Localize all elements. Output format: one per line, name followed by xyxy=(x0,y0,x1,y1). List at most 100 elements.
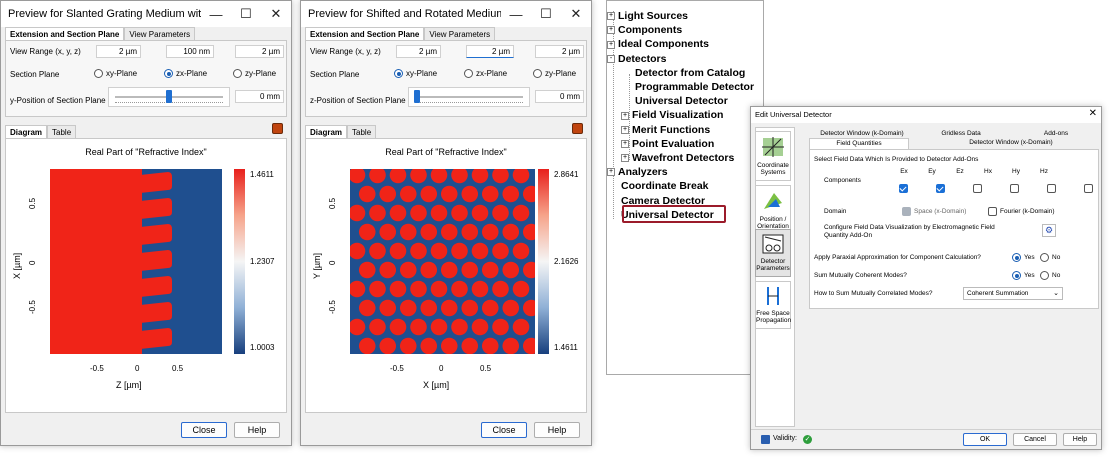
radio-circle xyxy=(94,69,103,78)
sum-coherent-yes[interactable]: Yes xyxy=(1012,271,1035,280)
tree-item[interactable]: - Detectors xyxy=(607,53,666,65)
component-checkbox[interactable] xyxy=(936,184,945,193)
close-icon[interactable]: ✕ xyxy=(561,6,591,22)
tree-item[interactable]: + Components xyxy=(607,24,682,36)
tree-item[interactable]: + Wavefront Detectors xyxy=(621,152,734,164)
lattice-dot xyxy=(358,261,376,279)
tree-item[interactable]: Detector from Catalog xyxy=(621,67,745,79)
position-input[interactable]: 0 mm xyxy=(235,90,284,103)
view-range-z[interactable]: 2 µm xyxy=(235,45,284,58)
domain-fourier-checkbox[interactable]: Fourier (k-Domain) xyxy=(988,207,1055,216)
expand-icon[interactable]: + xyxy=(607,12,615,21)
tree-item[interactable]: Coordinate Break xyxy=(607,180,709,192)
tab-field-quantities[interactable]: Field Quantities xyxy=(809,138,909,149)
side-detector-parameters[interactable]: Detector Parameters xyxy=(755,229,791,277)
expand-icon[interactable]: + xyxy=(621,154,629,163)
lattice-dot xyxy=(502,299,520,317)
domain-space-checkbox[interactable]: Space (x-Domain) xyxy=(902,207,966,216)
gear-icon[interactable]: ⚙ xyxy=(1042,224,1056,237)
palette-icon[interactable] xyxy=(272,123,283,134)
tab-extension[interactable]: Extension and Section Plane xyxy=(5,27,125,41)
component-checkbox[interactable] xyxy=(1010,184,1019,193)
tab-add-ons[interactable]: Add-ons xyxy=(1031,130,1081,137)
radio-xy-plane[interactable]: xy-Plane xyxy=(394,69,437,78)
view-range-z[interactable]: 2 µm xyxy=(535,45,584,58)
maximize-icon[interactable]: ☐ xyxy=(231,6,261,22)
paraxial-no[interactable]: No xyxy=(1040,253,1060,262)
radio-zx-plane[interactable]: zx-Plane xyxy=(164,69,207,78)
tree-item[interactable]: Programmable Detector xyxy=(621,81,754,93)
radio-xy-plane[interactable]: xy-Plane xyxy=(94,69,137,78)
lattice-dot xyxy=(369,280,386,298)
slider-thumb[interactable] xyxy=(414,90,420,103)
view-range-x[interactable]: 2 µm xyxy=(396,45,441,58)
tab-detector-window-x[interactable]: Detector Window (x-Domain) xyxy=(951,139,1071,146)
tab-view-parameters[interactable]: View Parameters xyxy=(124,27,196,41)
side-free-space-propagation[interactable]: Free Space Propagation xyxy=(755,281,791,329)
component-checkbox[interactable] xyxy=(1084,184,1093,193)
radio-zy-plane[interactable]: zy-Plane xyxy=(233,69,276,78)
component-checkbox[interactable] xyxy=(1047,184,1056,193)
radio-zx-plane[interactable]: zx-Plane xyxy=(464,69,507,78)
tab-table[interactable]: Table xyxy=(47,125,77,139)
collapse-icon[interactable]: - xyxy=(607,54,615,63)
lattice-dot xyxy=(410,204,427,222)
expand-icon[interactable]: + xyxy=(607,168,615,177)
maximize-icon[interactable]: ☐ xyxy=(531,6,561,22)
view-range-y[interactable]: 100 nm xyxy=(166,45,214,58)
side-position-orientation[interactable]: Position / Orientation xyxy=(755,185,791,235)
tab-extension[interactable]: Extension and Section Plane xyxy=(305,27,425,41)
expand-icon[interactable]: + xyxy=(607,26,615,35)
lattice-dot xyxy=(410,280,427,298)
position-slider[interactable] xyxy=(108,87,230,107)
sum-coherent-no[interactable]: No xyxy=(1040,271,1060,280)
ok-button[interactable]: OK xyxy=(963,433,1007,446)
tree-item[interactable]: + Merit Functions xyxy=(621,124,710,136)
close-icon[interactable]: ✕ xyxy=(261,6,291,22)
slider-thumb[interactable] xyxy=(166,90,172,103)
palette-icon[interactable] xyxy=(572,123,583,134)
paraxial-yes[interactable]: Yes xyxy=(1012,253,1035,262)
y-tick: -0.5 xyxy=(28,300,37,314)
help-button[interactable]: Help xyxy=(234,422,280,438)
tab-detector-window-k[interactable]: Detector Window (k-Domain) xyxy=(812,130,912,137)
expand-icon[interactable]: + xyxy=(621,125,629,134)
tree-item[interactable]: + Light Sources xyxy=(607,10,688,22)
tab-view-parameters[interactable]: View Parameters xyxy=(424,27,496,41)
close-icon[interactable]: ✕ xyxy=(1089,108,1097,119)
tree-item[interactable]: + Point Evaluation xyxy=(621,138,714,150)
component-checkbox[interactable] xyxy=(973,184,982,193)
tab-diagram[interactable]: Diagram xyxy=(305,125,348,139)
minimize-icon[interactable]: — xyxy=(501,7,531,22)
lattice-dot xyxy=(481,185,499,203)
tree-item[interactable]: Universal Detector xyxy=(621,95,728,107)
save-icon[interactable] xyxy=(761,435,770,444)
position-slider[interactable] xyxy=(408,87,530,107)
close-button[interactable]: Close xyxy=(181,422,227,438)
tab-diagram[interactable]: Diagram xyxy=(5,125,48,139)
tab-table[interactable]: Table xyxy=(347,125,377,139)
side-coordinate-systems[interactable]: Coordinate Systems xyxy=(755,131,791,181)
component-header: Ez xyxy=(956,168,964,175)
position-input[interactable]: 0 mm xyxy=(535,90,584,103)
tree-item[interactable]: + Analyzers xyxy=(607,166,668,178)
view-range-x[interactable]: 2 µm xyxy=(96,45,141,58)
cancel-button[interactable]: Cancel xyxy=(1013,433,1057,446)
radio-zy-plane[interactable]: zy-Plane xyxy=(533,69,576,78)
tab-gridless-data[interactable]: Gridless Data xyxy=(931,130,991,137)
minimize-icon[interactable]: — xyxy=(201,7,231,22)
y-tick: -0.5 xyxy=(328,300,337,314)
help-button[interactable]: Help xyxy=(534,422,580,438)
expand-icon[interactable]: + xyxy=(621,111,629,120)
x-tick: 0.5 xyxy=(172,364,184,373)
tree-item[interactable]: + Ideal Components xyxy=(607,38,709,50)
expand-icon[interactable]: + xyxy=(621,140,629,149)
expand-icon[interactable]: + xyxy=(607,40,615,49)
help-button[interactable]: Help xyxy=(1063,433,1097,446)
tree-item[interactable]: + Field Visualization xyxy=(621,109,723,121)
close-button[interactable]: Close xyxy=(481,422,527,438)
summation-dropdown[interactable]: Coherent Summation ⌄ xyxy=(963,287,1063,300)
component-checkbox[interactable] xyxy=(899,184,908,193)
lattice-dot xyxy=(399,185,417,203)
view-range-y[interactable]: 2 µm xyxy=(466,45,514,58)
